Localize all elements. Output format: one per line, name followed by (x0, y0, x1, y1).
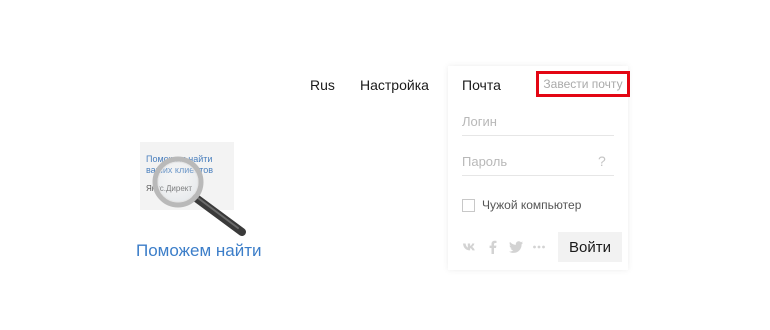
settings-link[interactable]: Настройка (360, 77, 429, 93)
foreign-computer-checkbox-row[interactable]: Чужой компьютер (462, 197, 581, 213)
social-login-row (462, 239, 547, 255)
vk-icon[interactable] (462, 239, 478, 255)
login-input[interactable] (462, 107, 614, 136)
foreign-computer-label: Чужой компьютер (482, 198, 582, 212)
tab-mail[interactable]: Почта (462, 77, 501, 93)
more-icon[interactable] (531, 239, 547, 255)
login-submit-button[interactable]: Войти (558, 232, 622, 262)
register-mail-link[interactable]: Завести почту (536, 71, 630, 97)
twitter-icon[interactable] (508, 239, 524, 255)
promo-block[interactable]: Поможем найти ваших клиентов Янкс.Директ… (136, 138, 286, 268)
password-input[interactable] (462, 147, 614, 176)
password-help-icon[interactable]: ? (598, 153, 606, 169)
page: Rus Настройка Почта Завести почту ? Чужо… (0, 0, 770, 330)
facebook-icon[interactable] (485, 239, 501, 255)
login-panel-tabs: Почта Завести почту (462, 71, 630, 97)
promo-heading[interactable]: Поможем найти (136, 241, 261, 261)
foreign-computer-checkbox[interactable] (462, 198, 475, 212)
magnifier-icon (152, 156, 246, 236)
language-switch-link[interactable]: Rus (310, 77, 335, 93)
login-panel: Почта Завести почту ? Чужой компьютер (448, 66, 630, 270)
